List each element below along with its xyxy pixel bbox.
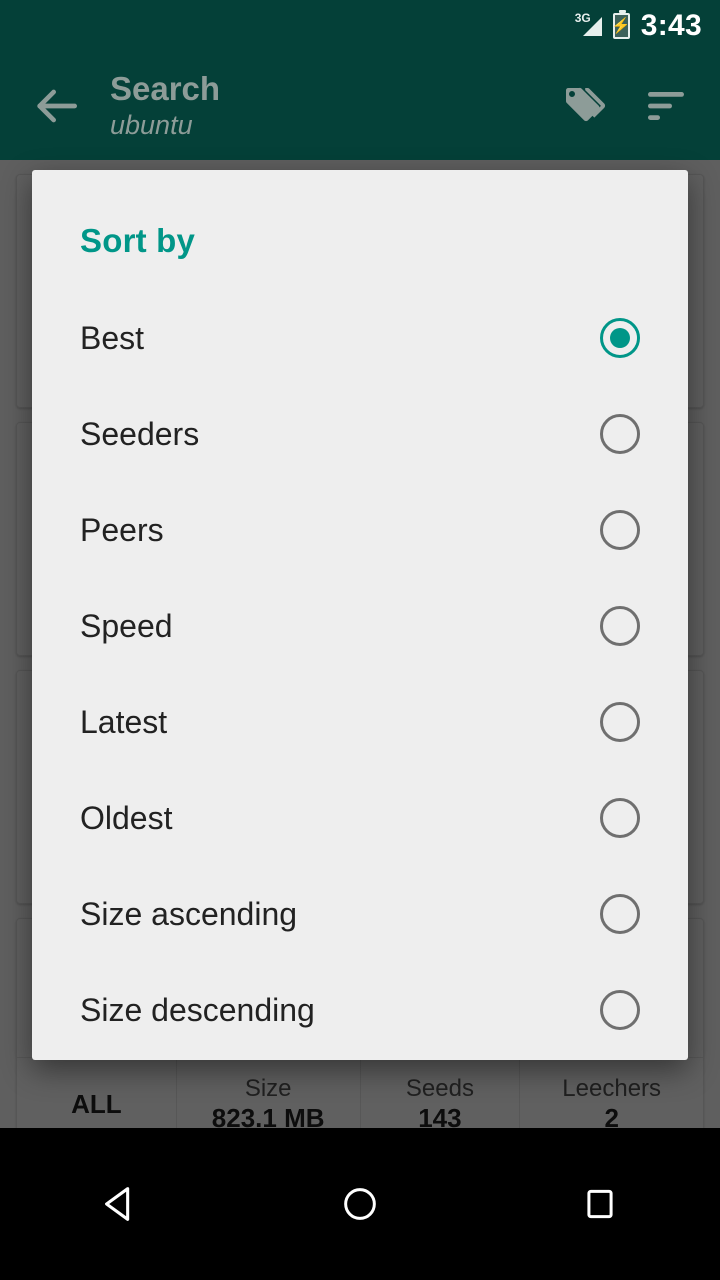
radio-button-oldest[interactable] [600, 798, 640, 838]
radio-button-latest[interactable] [600, 702, 640, 742]
sort-option-label: Seeders [80, 416, 200, 452]
status-bar-clock: 3:43 [640, 9, 702, 42]
sort-option-label: Peers [80, 512, 164, 548]
battery-charging-icon: ⚡ [612, 10, 631, 39]
radio-button-size-descending[interactable] [600, 990, 640, 1030]
page-title: Search [110, 70, 221, 108]
nav-home-circle-icon[interactable] [300, 1154, 420, 1254]
signal-3g-icon: 3G [574, 11, 602, 39]
radio-button-peers[interactable] [600, 510, 640, 550]
dialog-title: Sort by [80, 222, 196, 259]
page-subtitle: ubuntu [110, 109, 193, 140]
network-type-label: 3G [574, 11, 591, 25]
sort-option-label: Size descending [80, 992, 315, 1028]
sort-option-label: Size ascending [80, 896, 298, 932]
sort-option-label: Latest [80, 704, 168, 740]
nav-back-triangle-icon[interactable] [60, 1154, 180, 1254]
radio-button-speed[interactable] [600, 606, 640, 646]
sort-by-dialog: Sort by Best Seeders Peers Speed Latest [32, 170, 688, 1060]
sort-option-label: Best [80, 320, 145, 356]
sort-option-best[interactable]: Best [32, 290, 688, 386]
system-navigation-bar [0, 1128, 720, 1280]
arrow-back-icon[interactable] [28, 78, 84, 134]
sort-option-latest[interactable]: Latest [32, 674, 688, 770]
sort-option-size-descending[interactable]: Size descending [32, 962, 688, 1058]
phone-screen: 3G ⚡ 3:43 Search ubuntu Sort by Best See… [0, 0, 720, 1280]
sort-option-seeders[interactable]: Seeders [32, 386, 688, 482]
radio-button-seeders[interactable] [600, 414, 640, 454]
radio-button-best[interactable] [600, 318, 640, 358]
sort-icon[interactable] [640, 80, 692, 132]
sort-option-label: Speed [80, 608, 173, 644]
sort-option-size-ascending[interactable]: Size ascending [32, 866, 688, 962]
sort-option-oldest[interactable]: Oldest [32, 770, 688, 866]
nav-recents-square-icon[interactable] [540, 1154, 660, 1254]
app-toolbar: Search ubuntu [0, 52, 720, 160]
status-bar: 3G ⚡ 3:43 [0, 0, 720, 52]
sort-option-label: Oldest [80, 800, 173, 836]
sort-option-speed[interactable]: Speed [32, 578, 688, 674]
sort-options-list: Best Seeders Peers Speed Latest Oldest S… [32, 290, 688, 1058]
radio-button-size-ascending[interactable] [600, 894, 640, 934]
sort-option-peers[interactable]: Peers [32, 482, 688, 578]
tags-icon[interactable] [558, 80, 610, 132]
toolbar-actions [558, 80, 692, 132]
toolbar-titles: Search ubuntu [110, 71, 558, 141]
